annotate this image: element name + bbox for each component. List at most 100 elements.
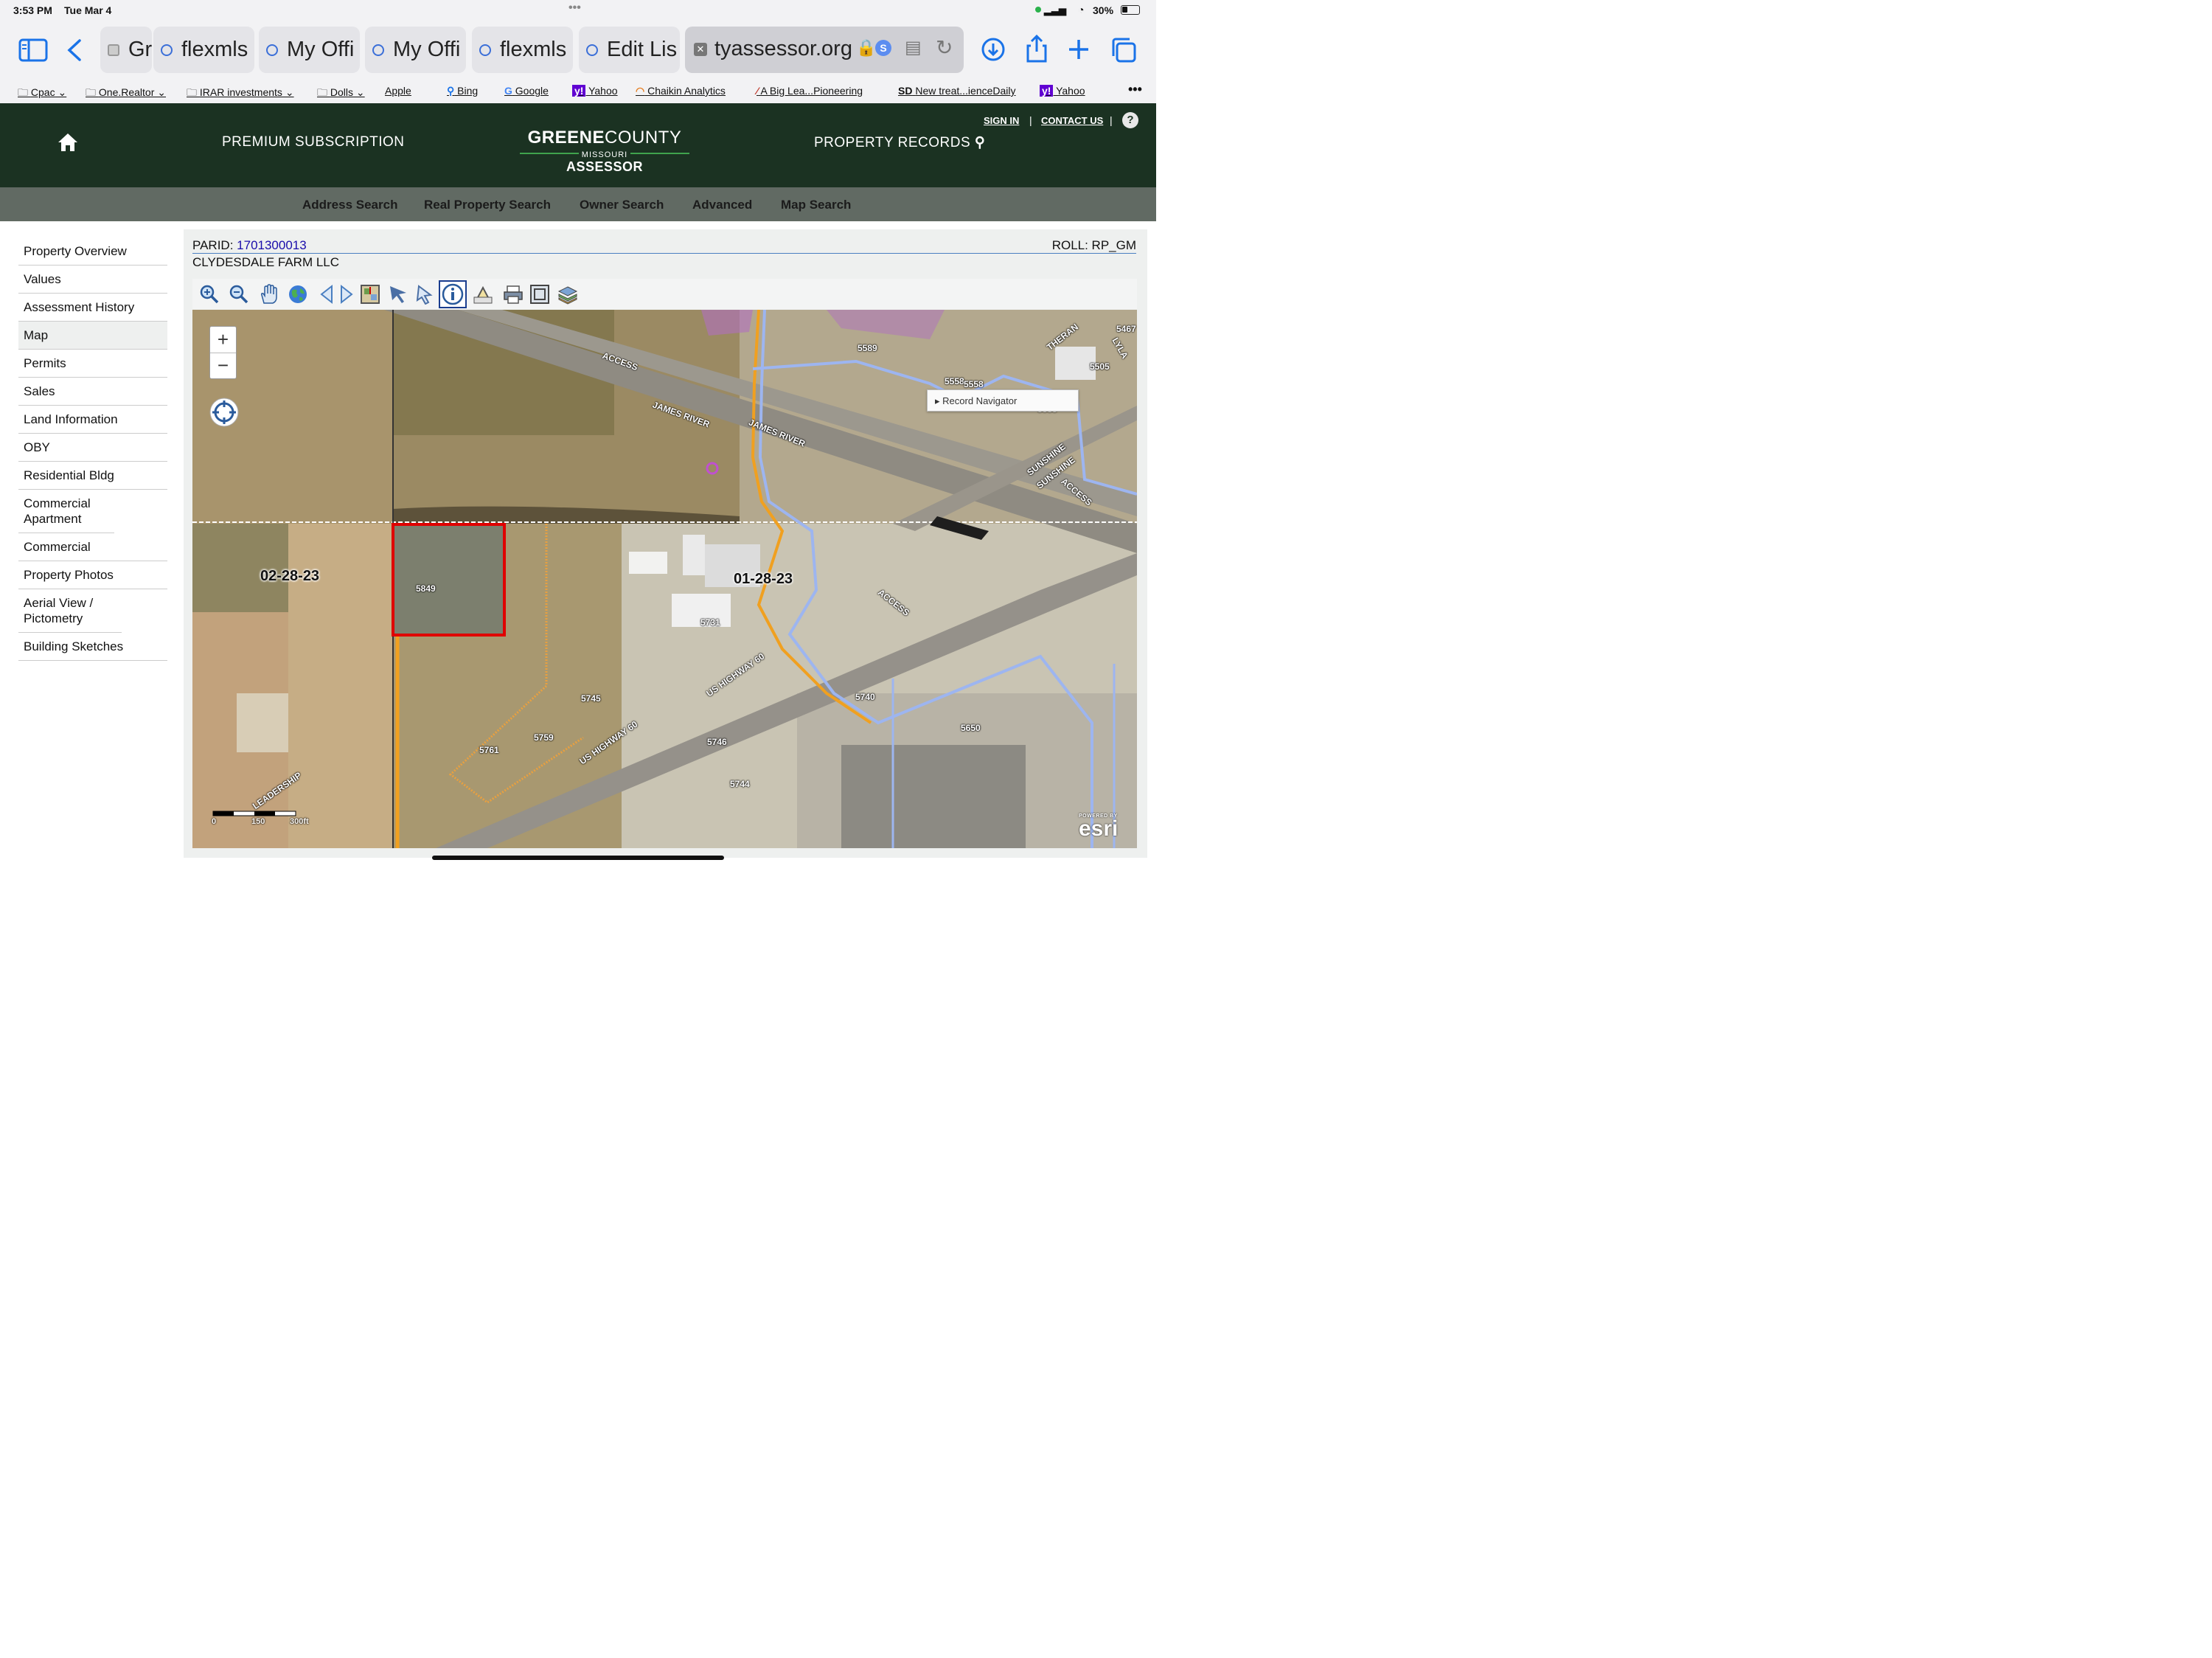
help-icon[interactable]: ?	[1122, 112, 1138, 128]
home-indicator[interactable]	[432, 856, 724, 860]
nav-owner-search[interactable]: Owner Search	[580, 198, 664, 212]
parcel-label: 5505	[1090, 361, 1110, 372]
sidebar-item-residential-bldg[interactable]: Residential Bldg	[18, 462, 167, 490]
parid-label: PARID:	[192, 238, 234, 252]
sidebar-item-property-overview[interactable]: Property Overview	[18, 237, 167, 266]
full-screen-icon[interactable]	[529, 284, 550, 305]
record-navigator[interactable]: ▸ Record Navigator	[927, 389, 1079, 412]
sidebar-item-map[interactable]: Map	[18, 322, 167, 350]
sidebar-item-sales[interactable]: Sales	[18, 378, 167, 406]
home-icon[interactable]	[58, 133, 78, 152]
contact-us-link[interactable]: CONTACT US	[1041, 115, 1103, 126]
info-tool-icon[interactable]	[439, 280, 467, 308]
tab-4[interactable]: My Offi	[365, 27, 466, 73]
sidebar-item-land-information[interactable]: Land Information	[18, 406, 167, 434]
signal-icon: ▂▃▅	[1044, 4, 1066, 15]
greene-county-logo[interactable]: GREENECOUNTY MISSOURI ASSESSOR	[520, 128, 689, 175]
previous-extent-icon[interactable]	[317, 284, 338, 305]
bookmark-folder-one-realtor[interactable]: 🗀 One.Realtor ⌄	[86, 85, 166, 103]
back-icon[interactable]	[65, 38, 83, 62]
logo-state: MISSOURI	[578, 150, 631, 159]
bookmark-sciencedaily[interactable]: SD New treat...ienceDaily	[898, 85, 1016, 97]
building	[629, 552, 667, 574]
reader-icon[interactable]: ▤	[905, 37, 922, 58]
zoom-in-button[interactable]: +	[210, 327, 236, 353]
sidebar-item-permits[interactable]: Permits	[18, 350, 167, 378]
zoom-out-tool-icon[interactable]	[229, 284, 249, 305]
tab-active-address[interactable]: ✕ tyassessor.org 🔒 S ▤ ↻	[685, 27, 964, 73]
full-extent-globe-icon[interactable]	[288, 284, 308, 305]
sidebar-item-values[interactable]: Values	[18, 266, 167, 294]
next-extent-icon[interactable]	[335, 284, 356, 305]
nav-advanced[interactable]: Advanced	[692, 198, 752, 212]
battery-percent: 30%	[1093, 4, 1114, 16]
section-label-right: 01-28-23	[734, 571, 793, 587]
zoom-out-button[interactable]: −	[210, 353, 236, 379]
tab-3[interactable]: My Offi	[259, 27, 360, 73]
property-sidebar-menu: Property Overview Values Assessment Hist…	[18, 237, 167, 661]
new-tab-icon[interactable]	[1068, 38, 1090, 60]
property-records-label: PROPERTY RECORDS	[814, 135, 971, 150]
parcel-label: 5731	[700, 617, 720, 628]
property-records-link[interactable]: PROPERTY RECORDS ⚲	[814, 134, 985, 151]
sidebar-item-aerial-view[interactable]: Aerial View / Pictometry	[18, 589, 122, 633]
close-tab-icon[interactable]: ✕	[694, 43, 707, 56]
tab-overview-icon[interactable]	[1110, 37, 1137, 63]
parid-value[interactable]: 1701300013	[237, 238, 307, 252]
header-separator: |	[1110, 114, 1113, 126]
print-tool-icon[interactable]	[503, 284, 524, 305]
share-icon[interactable]	[1025, 34, 1048, 63]
bookmark-yahoo-2[interactable]: y! Yahoo	[1040, 85, 1085, 97]
bookmark-google[interactable]: G Google	[504, 85, 549, 97]
extension-icon[interactable]: S	[875, 40, 891, 56]
tab-5[interactable]: flexmls	[472, 27, 573, 73]
tab-label: Gr	[128, 38, 152, 61]
sidebar-toggle-icon[interactable]	[18, 38, 48, 62]
locate-me-icon[interactable]	[209, 397, 240, 428]
bookmark-folder-dolls[interactable]: 🗀 Dolls ⌄	[317, 85, 365, 103]
tab-1[interactable]: Gr	[100, 27, 152, 73]
multitask-dots-icon[interactable]: •••	[568, 1, 581, 15]
tab-label: flexmls	[500, 38, 567, 61]
bookmark-folder-cpac[interactable]: 🗀 Cpac ⌄	[18, 85, 66, 103]
address-text[interactable]: tyassessor.org	[714, 37, 852, 61]
nav-address-search[interactable]: Address Search	[302, 198, 397, 212]
map-select-icon[interactable]	[360, 284, 380, 305]
logo-assessor: ASSESSOR	[566, 159, 644, 174]
logo-word-county: COUNTY	[605, 128, 682, 148]
bookmark-chaikin[interactable]: ◠ Chaikin Analytics	[636, 85, 726, 97]
bookmark-bing[interactable]: ⚲ Bing	[447, 85, 478, 97]
nav-map-search[interactable]: Map Search	[781, 198, 851, 212]
status-bar: 3:53 PM Tue Mar 4 ••• ▂▃▅ ◔ 30%	[0, 0, 1156, 21]
sidebar-item-commercial-apartment[interactable]: Commercial Apartment	[18, 490, 114, 533]
sign-in-link[interactable]: SIGN IN	[984, 115, 1019, 126]
tab-6[interactable]: Edit Lis	[579, 27, 680, 73]
sidebar-item-property-photos[interactable]: Property Photos	[18, 561, 167, 589]
bookmark-folder-irar[interactable]: 🗀 IRAR investments ⌄	[187, 85, 294, 103]
aerial-parcel-map[interactable]: 5849 5731 5745 5759 5761 5740 5746 5744 …	[192, 310, 1137, 848]
roll-value: ROLL: RP_GM	[1051, 238, 1136, 252]
tab-2[interactable]: flexmls	[153, 27, 254, 73]
section-label-left: 02-28-23	[260, 568, 320, 584]
header-separator: |	[1029, 114, 1032, 126]
bookmark-big-leap[interactable]: ⁄ A Big Lea...Pioneering	[757, 85, 863, 97]
wifi-icon: ◔	[1078, 4, 1085, 15]
sidebar-item-assessment-history[interactable]: Assessment History	[18, 294, 167, 322]
sidebar-item-oby[interactable]: OBY	[18, 434, 167, 462]
more-bookmarks-icon[interactable]: •••	[1128, 82, 1142, 97]
bookmark-apple[interactable]: Apple	[385, 85, 411, 97]
parcel-label: 5746	[707, 737, 727, 747]
download-icon[interactable]	[981, 37, 1006, 62]
pan-hand-icon[interactable]	[258, 284, 279, 305]
sidebar-item-building-sketches[interactable]: Building Sketches	[18, 633, 167, 661]
nav-real-property-search[interactable]: Real Property Search	[424, 198, 551, 212]
identify-pointer-icon[interactable]	[414, 284, 435, 305]
premium-subscription-link[interactable]: PREMIUM SUBSCRIPTION	[222, 134, 405, 150]
sidebar-item-commercial[interactable]: Commercial	[18, 533, 167, 561]
zoom-in-tool-icon[interactable]	[199, 284, 220, 305]
select-feature-icon[interactable]	[388, 284, 408, 305]
bookmark-yahoo[interactable]: y! Yahoo	[572, 85, 618, 97]
measure-tool-icon[interactable]	[473, 284, 493, 305]
reload-icon[interactable]: ↻	[936, 35, 953, 60]
layers-icon[interactable]	[557, 284, 578, 305]
